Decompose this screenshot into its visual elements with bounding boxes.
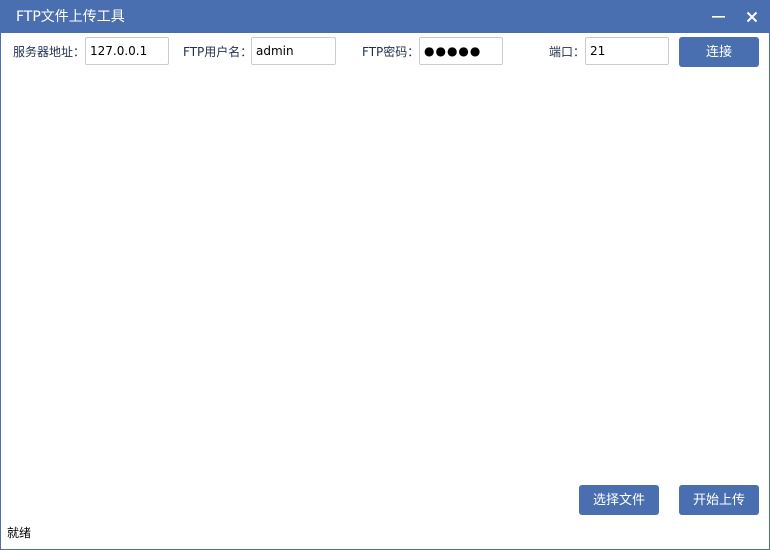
window-title: FTP文件上传工具 xyxy=(16,9,125,25)
file-list-area[interactable] xyxy=(2,73,768,478)
ftp-password-input[interactable] xyxy=(419,37,503,65)
minimize-icon xyxy=(707,7,729,27)
choose-file-button[interactable]: 选择文件 xyxy=(579,485,659,515)
title-bar[interactable]: FTP文件上传工具 xyxy=(1,1,769,33)
connect-button[interactable]: 连接 xyxy=(679,37,759,67)
app-window: FTP文件上传工具 服务器地址： FTP用户名： FTP密码： 端口： 连接 选… xyxy=(0,0,770,550)
start-upload-button[interactable]: 开始上传 xyxy=(679,485,759,515)
ftp-password-label: FTP密码： xyxy=(362,45,420,59)
port-label: 端口： xyxy=(549,45,586,59)
status-text: 就绪 xyxy=(7,526,32,540)
server-address-label: 服务器地址： xyxy=(13,45,86,59)
minimize-button[interactable] xyxy=(707,7,729,27)
ftp-username-label: FTP用户名： xyxy=(183,45,253,59)
close-button[interactable] xyxy=(741,7,763,27)
ftp-username-input[interactable] xyxy=(251,37,336,65)
server-address-input[interactable] xyxy=(85,37,169,65)
port-input[interactable] xyxy=(585,37,669,65)
close-icon xyxy=(741,7,763,27)
